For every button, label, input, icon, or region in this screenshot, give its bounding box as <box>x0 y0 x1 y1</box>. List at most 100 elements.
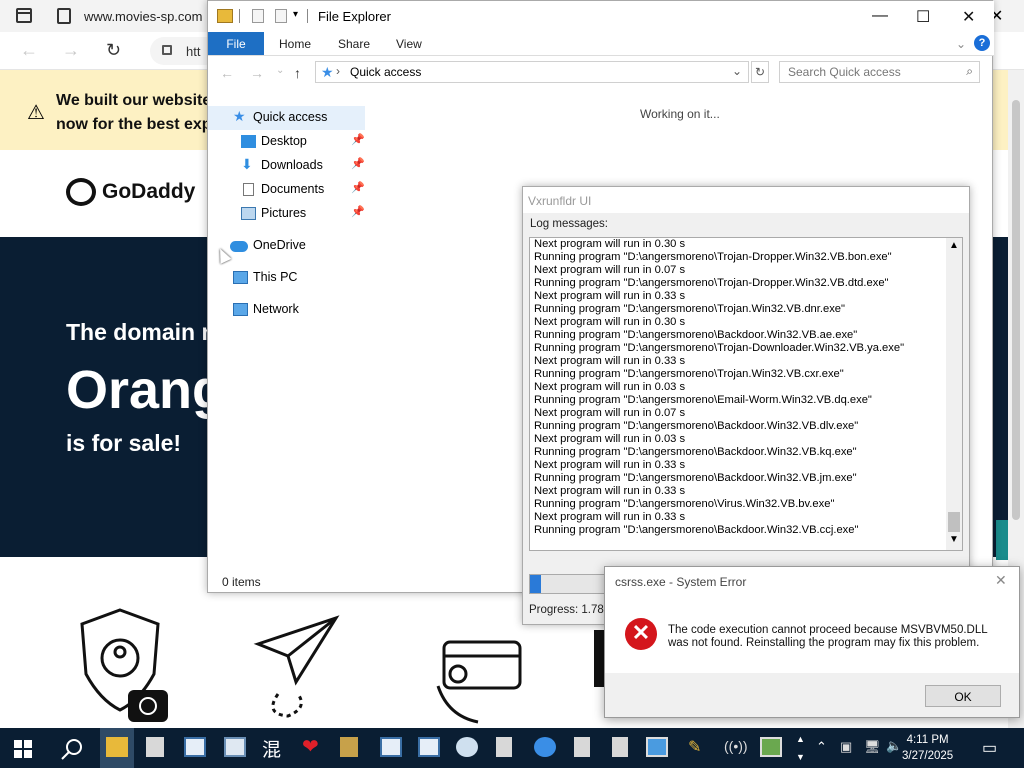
app-icon[interactable] <box>612 737 628 757</box>
log-line: Next program will run in 0.30 s <box>534 238 686 250</box>
window-app-icon[interactable] <box>418 737 440 757</box>
log-line: Running program "D:\angersmoreno\Trojan-… <box>534 251 892 263</box>
download-arrow-icon: ⬇ <box>241 156 253 172</box>
pin-icon[interactable]: 📌 <box>351 181 365 194</box>
log-line: Next program will run in 0.30 s <box>534 316 686 328</box>
scroll-down-icon[interactable]: ▼ <box>949 534 959 545</box>
customize-quick-access-icon[interactable]: ▾ <box>293 9 298 20</box>
maximize-icon[interactable]: ☐ <box>916 7 930 27</box>
browser-tab[interactable]: www.movies-sp.com <box>0 0 210 32</box>
log-line: Running program "D:\angersmoreno\Backdoo… <box>534 329 858 341</box>
pin-icon[interactable]: 📌 <box>351 205 365 218</box>
heart-app-icon[interactable]: ❤ <box>302 734 324 758</box>
vxrun-window: Vxrunfldr UI Log messages: Next program … <box>522 186 970 625</box>
window-title: File Explorer <box>318 9 391 24</box>
pin-icon[interactable]: 📌 <box>351 133 365 146</box>
back-arrow-icon[interactable]: ← <box>220 65 234 81</box>
hero-line-1: The domain n <box>66 319 216 345</box>
game-app-icon[interactable] <box>340 737 358 757</box>
nav-item-documents[interactable]: Documents 📌 <box>208 178 365 202</box>
progress-fill <box>530 575 542 593</box>
app-icon[interactable] <box>574 737 590 757</box>
ok-button[interactable]: OK <box>925 685 1001 707</box>
taskbar-scroll-icon[interactable]: ▲ ▼ <box>796 730 805 766</box>
minimize-icon[interactable]: — <box>872 7 888 25</box>
kanji-app-icon[interactable]: 混 <box>262 735 284 761</box>
refresh-icon[interactable]: ↻ <box>106 40 121 61</box>
back-arrow-icon[interactable]: ← <box>20 40 38 61</box>
usb-icon[interactable]: ▣ <box>840 739 852 755</box>
tab-view[interactable]: View <box>396 37 422 51</box>
nav-label: Quick access <box>253 110 328 124</box>
network-tray-icon[interactable]: 🖥 <box>864 739 881 755</box>
show-hidden-icons[interactable]: ⌃ <box>816 739 827 755</box>
explorer-ribbon: File Home Share View ⌄ ? <box>208 32 994 56</box>
web-app-icon[interactable] <box>646 737 668 757</box>
log-line: Running program "D:\angersmoreno\Trojan.… <box>534 368 844 380</box>
godaddy-logo[interactable]: GoDaddy <box>66 178 195 206</box>
forward-arrow-icon[interactable]: → <box>250 65 264 81</box>
scroll-up-icon[interactable]: ▲ <box>949 240 959 251</box>
help-icon[interactable]: ? <box>974 35 990 51</box>
taskbar-explorer-button[interactable] <box>100 728 134 768</box>
computer-icon <box>233 271 248 284</box>
up-arrow-icon[interactable]: ↑ <box>294 65 301 81</box>
chat-check-button[interactable] <box>128 690 168 722</box>
lock-icon <box>162 45 172 55</box>
close-icon[interactable]: ✕ <box>995 572 1007 589</box>
nav-item-downloads[interactable]: ⬇ Downloads 📌 <box>208 154 365 178</box>
vxrun-titlebar: Vxrunfldr UI <box>523 187 969 213</box>
forward-arrow-icon[interactable]: → <box>62 40 80 61</box>
breadcrumb-chevron-icon[interactable]: › <box>336 64 340 78</box>
log-line: Running program "D:\angersmoreno\Trojan.… <box>534 303 845 315</box>
close-icon[interactable]: ✕ <box>962 7 975 27</box>
hero-domain-name: Orang <box>66 360 226 420</box>
star-icon: ★ <box>233 108 246 124</box>
tab-file[interactable]: File <box>208 32 264 55</box>
volume-muted-icon[interactable]: 🔈 <box>886 738 902 754</box>
pictures-icon <box>241 207 256 220</box>
windows-start-icon[interactable] <box>14 740 32 758</box>
nav-item-desktop[interactable]: Desktop 📌 <box>208 130 365 154</box>
refresh-icon[interactable]: ↻ <box>751 61 769 83</box>
log-list[interactable]: Next program will run in 0.30 s Running p… <box>529 237 963 551</box>
app-icon[interactable] <box>496 737 512 757</box>
quick-access-star-icon: ★ <box>321 64 334 80</box>
pin-icon[interactable]: 📌 <box>351 157 365 170</box>
globe-app-icon[interactable] <box>534 737 556 757</box>
eye-app-icon[interactable] <box>456 737 478 757</box>
nav-item-this-pc[interactable]: This PC <box>208 266 365 290</box>
scrollbar-thumb[interactable] <box>1012 100 1020 520</box>
log-line: Running program "D:\angersmoreno\Email-W… <box>534 394 872 406</box>
tab-share[interactable]: Share <box>338 37 370 51</box>
new-folder-icon[interactable] <box>275 9 287 23</box>
recent-locations-icon[interactable]: ⌄ <box>276 65 284 76</box>
nav-item-network[interactable]: Network <box>208 298 365 322</box>
logo-text: GoDaddy <box>102 180 196 203</box>
window-app-icon[interactable] <box>184 737 206 757</box>
explorer-address-bar[interactable]: ★ › Quick access ⌄ <box>315 61 749 83</box>
search-icon[interactable] <box>60 737 84 761</box>
antenna-app-icon[interactable]: ((•)) <box>724 738 748 758</box>
tab-home[interactable]: Home <box>279 37 311 51</box>
tools-app-icon[interactable]: ✎ <box>688 737 710 757</box>
nav-item-onedrive[interactable]: OneDrive <box>208 234 365 258</box>
ribbon-expand-icon[interactable]: ⌄ <box>956 37 966 51</box>
properties-icon[interactable] <box>252 9 264 23</box>
search-input[interactable]: Search Quick access ⌕ <box>779 61 980 83</box>
clock[interactable]: 4:11 PM 3/27/2025 <box>902 732 953 764</box>
chevron-down-icon[interactable]: ⌄ <box>732 64 742 78</box>
tab-actions-icon[interactable] <box>16 8 32 23</box>
nav-label: This PC <box>253 270 298 284</box>
log-scrollbar[interactable]: ▲ ▼ <box>946 238 962 550</box>
scrollbar-thumb[interactable] <box>948 512 960 532</box>
nav-item-quick-access[interactable]: ★ Quick access <box>208 106 365 130</box>
app-icon[interactable] <box>146 737 164 757</box>
window-app-icon[interactable] <box>224 737 246 757</box>
image-app-icon[interactable] <box>760 737 782 757</box>
notifications-icon[interactable]: ▭ <box>982 738 997 758</box>
nav-item-pictures[interactable]: Pictures 📌 <box>208 202 365 226</box>
explorer-address-row: ← → ⌄ ↑ ★ › Quick access ⌄ ↻ Search Quic… <box>208 59 994 87</box>
titlebar-separator <box>307 9 308 23</box>
window-app-icon[interactable] <box>380 737 402 757</box>
